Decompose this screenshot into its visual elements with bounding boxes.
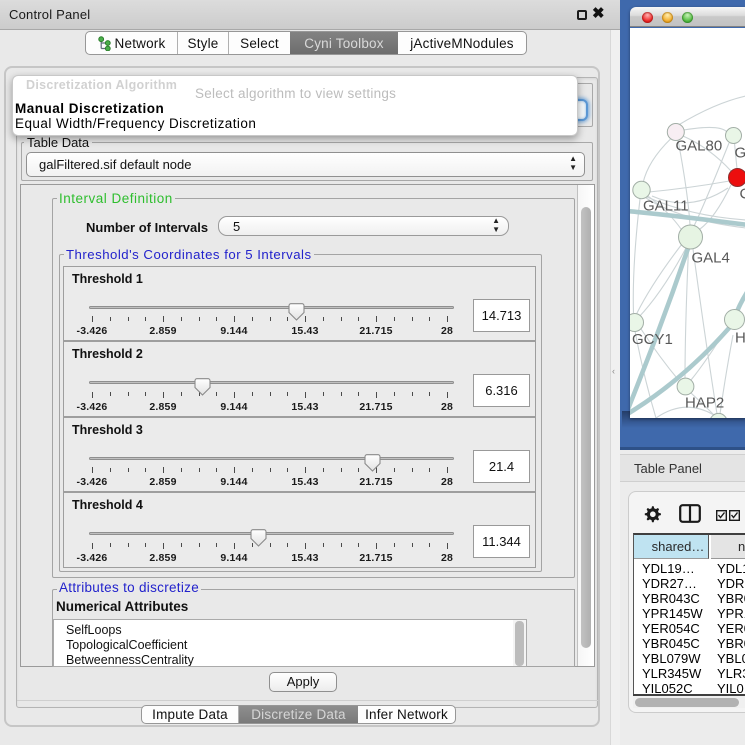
- svg-text:HAP2: HAP2: [685, 395, 724, 412]
- svg-text:GAL11: GAL11: [643, 198, 689, 215]
- svg-text:GA: GA: [734, 145, 745, 162]
- svg-text:GAL80: GAL80: [675, 138, 722, 155]
- svg-text:H: H: [735, 330, 745, 347]
- svg-text:GCY1: GCY1: [632, 331, 673, 348]
- svg-text:C: C: [739, 186, 745, 203]
- svg-text:GAL4: GAL4: [691, 250, 729, 267]
